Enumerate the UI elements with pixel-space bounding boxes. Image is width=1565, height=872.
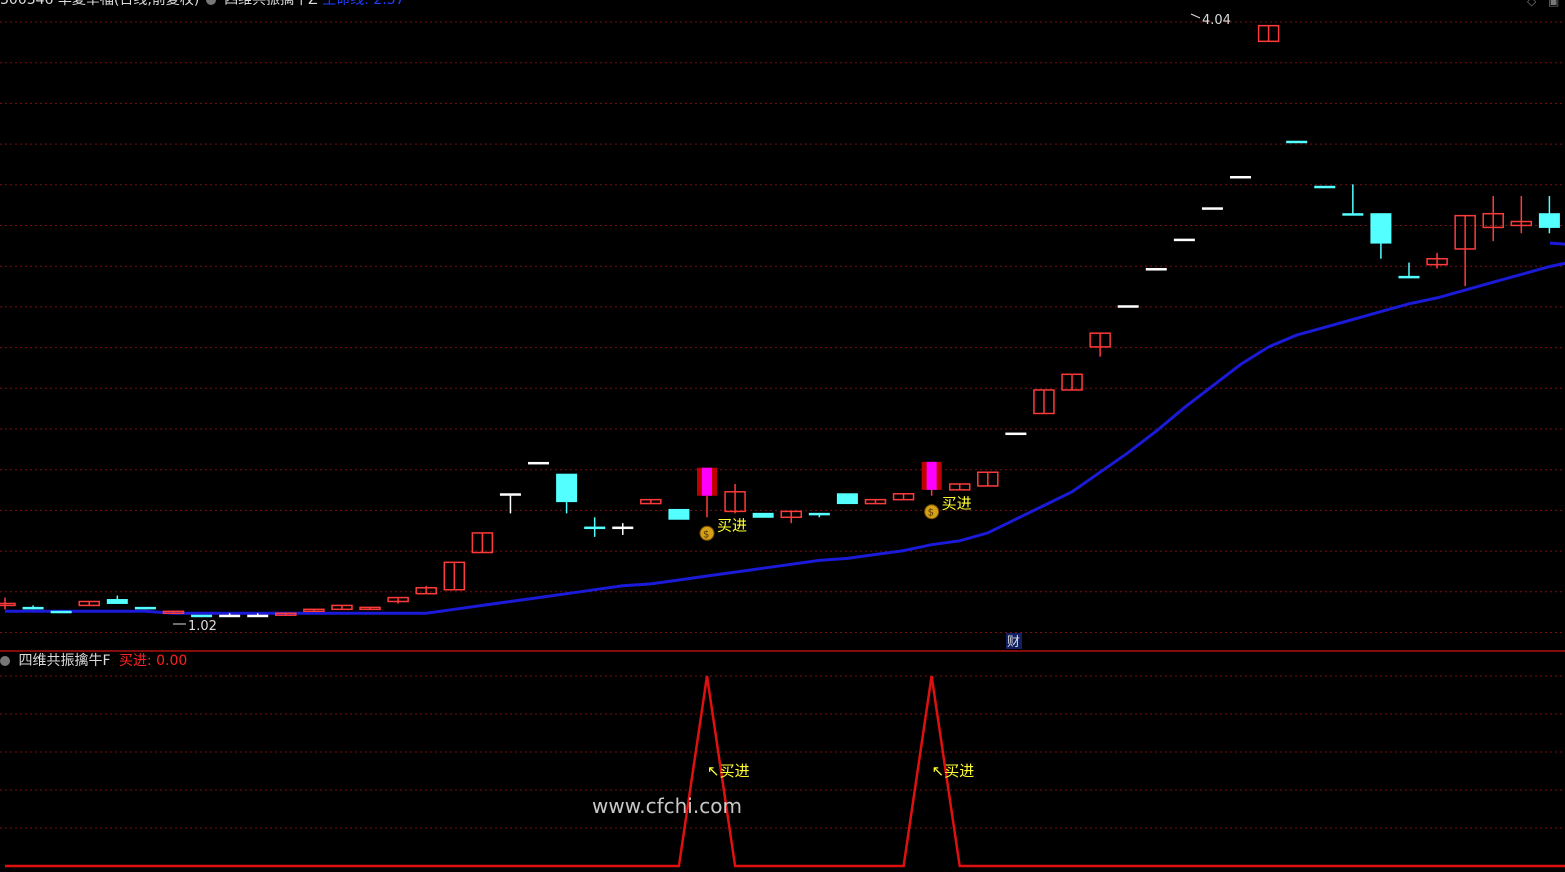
candle-body: [1005, 432, 1027, 436]
candle-body: [808, 512, 830, 516]
candle-body: [1398, 275, 1420, 279]
signal-line-group: ↖买进 ↖买进: [5, 675, 1565, 868]
indicator-menu-icon[interactable]: [205, 0, 216, 5]
stock-code: 300346: [0, 0, 54, 8]
indicator-name[interactable]: 四维共振擒牛Z: [224, 0, 318, 8]
indicator-value: 生命线: 2.57: [322, 0, 405, 8]
candle-body: [50, 610, 72, 614]
sub-buy-signal-label: ↖买进: [707, 762, 750, 780]
candle-body: [1117, 305, 1139, 308]
min-price-label: 1.02: [188, 619, 217, 634]
stock-title: 华夏幸福(日线,前复权): [57, 0, 200, 8]
sub-buy-signal-label: ↖买进: [932, 762, 975, 780]
candle-body: [1286, 140, 1308, 144]
candle-body: [528, 461, 550, 465]
signal-line: [5, 675, 1565, 868]
sub-panel-header: 四维共振擒牛F 买进: 0.00: [0, 653, 187, 669]
window-icon[interactable]: ▣: [1548, 0, 1559, 8]
candle-body: [1145, 268, 1167, 271]
ma-line: [5, 241, 1565, 615]
ma-line-group: [5, 241, 1565, 615]
candle-body: [0, 602, 16, 607]
candle-body: [556, 473, 578, 503]
sub-grid: [0, 675, 1565, 829]
money-bag-icon-glyph: $: [928, 508, 934, 519]
max-price-arrow: [1190, 13, 1201, 19]
candle-body: [219, 614, 241, 618]
candle-body: [668, 508, 690, 520]
candle-body: [1370, 213, 1392, 244]
candle-body: [612, 526, 634, 530]
candle-body: [836, 493, 858, 505]
buy-signal-label: 买进: [942, 495, 972, 513]
candle-body: [1314, 185, 1336, 189]
max-price-label: 4.04: [1202, 13, 1231, 28]
candle-body: [247, 614, 269, 618]
signal-candle-core: [702, 467, 712, 496]
candle-body: [22, 606, 44, 610]
fin-badge[interactable]: 财: [1007, 635, 1020, 650]
main-panel-header: 300346 华夏幸福(日线,前复权) 四维共振擒牛Z 生命线: 2.57: [0, 0, 405, 8]
candle-body: [1230, 175, 1252, 179]
candle-body: [499, 493, 521, 496]
money-bag-icon-glyph: $: [703, 529, 709, 540]
candle-body: [1201, 207, 1223, 210]
candle-body: [1173, 238, 1195, 242]
signal-candle-core: [926, 461, 937, 490]
sub-indicator-name[interactable]: 四维共振擒牛F: [18, 653, 110, 669]
candle-body: [752, 512, 774, 518]
candle-body: [1342, 213, 1364, 216]
indicator-menu-icon[interactable]: [0, 656, 10, 666]
candle-body: [191, 614, 213, 618]
candle-body: [1538, 213, 1560, 228]
watermark: www.cfchi.com: [592, 794, 742, 818]
diamond-icon[interactable]: ◇: [1527, 0, 1536, 8]
candle-body: [106, 599, 128, 604]
sub-indicator-value: 买进: 0.00: [118, 653, 188, 669]
signals-group: $ 买进 $ 买进: [699, 495, 972, 541]
buy-signal-label: 买进: [717, 516, 747, 534]
candle-body: [584, 526, 606, 530]
kline-chart[interactable]: $ 买进 $ 买进 4.04 1.02 财 ↖买进 ↖买进: [0, 0, 1565, 872]
candles-group: [0, 24, 1560, 618]
candle-body: [134, 606, 156, 610]
